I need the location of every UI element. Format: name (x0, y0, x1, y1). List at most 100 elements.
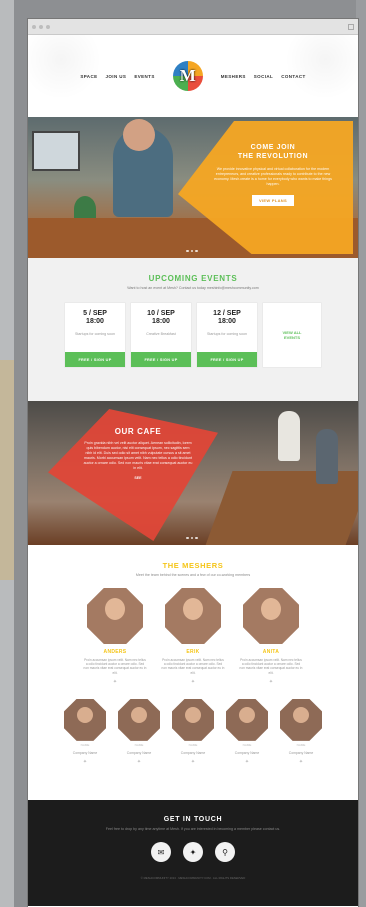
hero-carousel-dots (186, 249, 198, 252)
member-item: NAME Company Name ✦ (279, 698, 323, 765)
nav-contact[interactable]: CONTACT (281, 74, 305, 79)
member-portrait[interactable] (280, 698, 322, 741)
member-item: NAME Company Name ✦ (171, 698, 215, 765)
twitter-icon[interactable]: ✦ (279, 759, 323, 765)
hero-section: COME JOIN THE REVOLUTION We provide inno… (28, 117, 358, 258)
nav-events[interactable]: EVENTS (134, 74, 154, 79)
contact-icons: ✉ ✦ ⚲ (28, 842, 358, 862)
cafe-photo-chef (316, 429, 338, 484)
location-icon[interactable]: ⚲ (215, 842, 235, 862)
member-label: NAME (242, 742, 252, 747)
event-signup-button[interactable]: FREE / SIGN UP (197, 352, 257, 367)
twitter-icon[interactable]: ✦ (225, 759, 269, 765)
carousel-dot[interactable] (190, 536, 193, 539)
window-minimize-dot[interactable] (39, 24, 43, 29)
featured-meshers: ANDERS Proin accumsan ipsum velit. Nam n… (28, 588, 358, 685)
window-close-dot[interactable] (32, 24, 36, 29)
carousel-dot[interactable] (186, 249, 189, 252)
member-company: Company Name (234, 750, 260, 755)
footer-copyright: © MESHCOMMUNITY 2013 · MESHCOMMUNITY.COM… (140, 876, 246, 880)
mesher-name: ANDERS (103, 649, 127, 655)
contact-title: GET IN TOUCH (163, 816, 223, 823)
member-portrait[interactable] (118, 698, 160, 741)
event-description: Startups for coming soon (207, 332, 247, 336)
member-portrait[interactable] (172, 698, 214, 741)
member-company: Company Name (288, 750, 314, 755)
featured-mesher: ANITA Proin accumsan ipsum velit. Nam ne… (239, 588, 303, 685)
carousel-dot[interactable] (195, 536, 198, 539)
member-item: NAME Company Name ✦ (117, 698, 161, 765)
mesher-portrait[interactable] (87, 588, 143, 644)
carousel-dot[interactable] (190, 249, 193, 252)
hero-photo-monitor (32, 131, 80, 171)
nav-meshers[interactable]: MESHERS (221, 74, 246, 79)
events-section: UPCOMING EVENTS Want to host an event at… (28, 258, 358, 401)
meshers-section: THE MESHERS Meet the team behind the sce… (28, 545, 358, 800)
twitter-icon[interactable]: ✦ (161, 679, 225, 685)
twitter-icon[interactable]: ✦ (83, 679, 147, 685)
twitter-icon[interactable]: ✦ (239, 679, 303, 685)
contact-subtitle: Feel free to drop by any time anytime at… (105, 827, 281, 831)
cafe-cta[interactable]: SEE (83, 476, 193, 481)
member-company: Company Name (180, 750, 206, 755)
nav-space[interactable]: SPACE (80, 74, 97, 79)
mesher-bio: Proin accumsan ipsum velit. Nam nec tell… (161, 658, 225, 675)
member-label: NAME (80, 742, 90, 747)
cafe-title: OUR CAFE (114, 427, 162, 436)
twitter-icon[interactable]: ✦ (117, 759, 161, 765)
view-all-events-link[interactable]: VIEW ALL EVENTS (263, 303, 321, 367)
member-company: Company Name (72, 750, 98, 755)
event-signup-button[interactable]: FREE / SIGN UP (131, 352, 191, 367)
member-item: NAME Company Name ✦ (225, 698, 269, 765)
site-logo[interactable]: M (172, 61, 203, 91)
mesher-name: ERIK (186, 649, 200, 655)
mesher-portrait[interactable] (165, 588, 221, 644)
event-date-time: 18:00 (218, 318, 236, 325)
featured-mesher: ANDERS Proin accumsan ipsum velit. Nam n… (83, 588, 147, 685)
event-card: 12 / SEP 18:00 Startups for coming soon … (197, 303, 257, 367)
contact-section: GET IN TOUCH Feel free to drop by any ti… (28, 800, 358, 906)
event-date: 10 / SEP 18:00 (131, 310, 191, 326)
cafe-carousel-dots (186, 536, 198, 539)
hero-title-line2: THE REVOLUTION (237, 153, 309, 160)
member-label: NAME (134, 742, 144, 747)
mail-icon[interactable]: ✉ (151, 842, 171, 862)
member-portrait[interactable] (64, 698, 106, 741)
view-plans-button[interactable]: VIEW PLANS (252, 195, 294, 206)
event-description: Creative Breakfast (146, 332, 176, 336)
window-zoom-dot[interactable] (46, 24, 50, 29)
meshers-subtitle: Meet the team behind the scenes and a fe… (135, 573, 251, 577)
twitter-icon[interactable]: ✦ (63, 759, 107, 765)
event-date: 5 / SEP 18:00 (65, 310, 125, 326)
logo-letter: M (179, 66, 196, 85)
mesher-portrait[interactable] (243, 588, 299, 644)
member-list: NAME Company Name ✦ NAME Company Name ✦ … (28, 698, 358, 765)
event-description: Startups for coming soon (75, 332, 115, 336)
mesher-name: ANITA (262, 649, 280, 655)
browser-chrome (28, 19, 358, 35)
cafe-photo-chef (278, 411, 300, 461)
member-label: NAME (188, 742, 198, 747)
twitter-icon[interactable]: ✦ (171, 759, 215, 765)
carousel-dot[interactable] (195, 249, 198, 252)
hero-body: We provide innovative physical and virtu… (214, 167, 332, 186)
hero-photo-head (123, 119, 155, 151)
event-date-day: 10 / SEP (147, 310, 175, 317)
nav-join-us[interactable]: JOIN US (106, 74, 127, 79)
event-date-day: 5 / SEP (83, 310, 107, 317)
browser-window: SPACE JOIN US EVENTS M MESHERS SOCIAL CO… (28, 19, 358, 907)
cafe-section: OUR CAFE Proin gravida nibh vel velit au… (28, 401, 358, 545)
member-item: NAME Company Name ✦ (63, 698, 107, 765)
main-nav: SPACE JOIN US EVENTS M MESHERS SOCIAL CO… (80, 61, 305, 91)
carousel-dot[interactable] (186, 536, 189, 539)
twitter-icon[interactable]: ✦ (183, 842, 203, 862)
nav-social[interactable]: SOCIAL (254, 74, 273, 79)
member-portrait[interactable] (226, 698, 268, 741)
event-signup-button[interactable]: FREE / SIGN UP (65, 352, 125, 367)
mesher-bio: Proin accumsan ipsum velit. Nam nec tell… (239, 658, 303, 675)
cafe-body: Proin gravida nibh vel velit auctor aliq… (83, 441, 193, 470)
hero-title-line1: COME JOIN (250, 144, 296, 151)
window-resize-icon[interactable] (348, 23, 354, 30)
hero-content: COME JOIN THE REVOLUTION We provide inno… (213, 143, 333, 207)
cafe-content: OUR CAFE Proin gravida nibh vel velit au… (83, 427, 193, 481)
